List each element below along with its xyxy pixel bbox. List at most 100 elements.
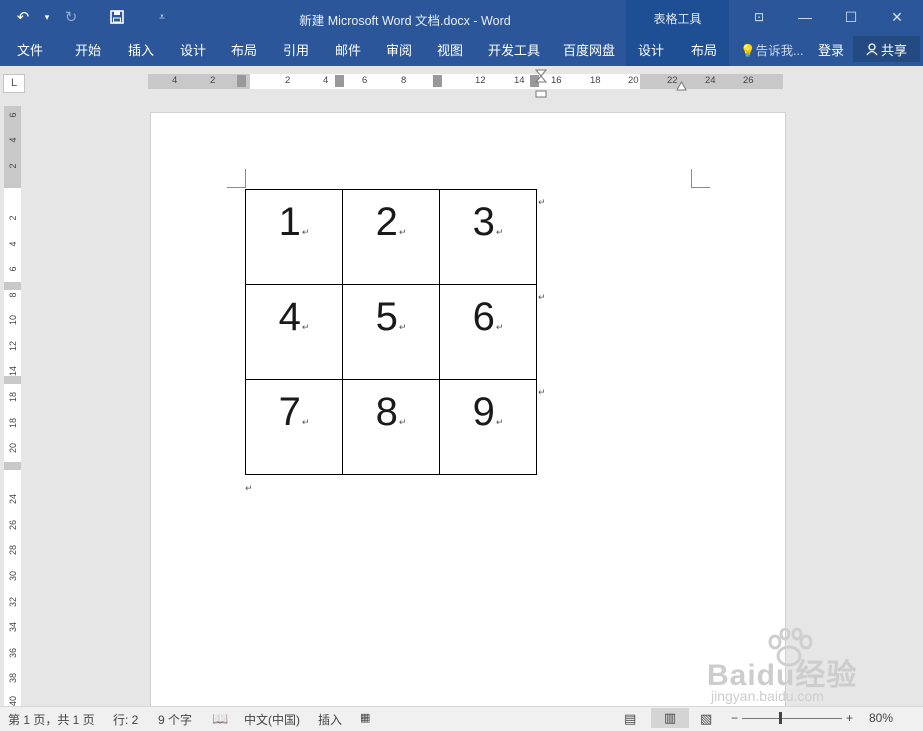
- tab-mailings[interactable]: 邮件: [335, 40, 361, 60]
- tab-insert[interactable]: 插入: [128, 40, 154, 60]
- save-icon[interactable]: [106, 6, 128, 28]
- tab-references[interactable]: 引用: [283, 40, 309, 60]
- person-icon: [866, 42, 878, 55]
- vertical-ruler[interactable]: 6 4 2 2 4 6 8 10 12 14 18 18 20 24 26 28…: [4, 106, 21, 706]
- title-bar: ↶ ▾ ↻ ⩡ 新建 Microsoft Word 文档.docx - Word…: [0, 0, 923, 34]
- cell-value: 1: [278, 200, 301, 244]
- ribbon-display-options-icon[interactable]: ⊡: [739, 4, 779, 30]
- ruler-label: 36: [8, 648, 18, 659]
- zoom-slider-thumb[interactable]: [779, 712, 782, 724]
- customize-toolbar-icon[interactable]: ⩡: [151, 6, 173, 28]
- zoom-in-button[interactable]: +: [846, 711, 853, 725]
- ruler-label: 34: [8, 622, 18, 633]
- table-cell[interactable]: 9↵: [439, 379, 537, 475]
- tab-review[interactable]: 审阅: [386, 40, 412, 60]
- ruler-label: 12: [475, 75, 486, 86]
- tab-view[interactable]: 视图: [437, 40, 463, 60]
- insert-mode[interactable]: 插入: [318, 711, 342, 728]
- ruler-label: 26: [8, 520, 18, 531]
- proofing-icon[interactable]: 📖: [212, 711, 228, 727]
- cell-value: 7: [278, 390, 301, 434]
- tell-me-label: 告诉我...: [755, 44, 804, 58]
- document-page[interactable]: 1↵ 2↵ 3↵ 4↵ 5↵ 6↵ 7↵ 8↵ 9↵ ↵ ↵ ↵ ↵: [150, 112, 786, 709]
- ruler-label: 4: [8, 137, 18, 143]
- ruler-label: 6: [8, 266, 18, 272]
- ruler-label: 2: [285, 75, 291, 86]
- ruler-label: 26: [743, 75, 754, 86]
- column-marker[interactable]: [237, 75, 246, 87]
- ruler-label: 4: [8, 241, 18, 247]
- ruler-label: 4: [323, 75, 329, 86]
- crop-mark: [227, 169, 246, 188]
- tab-home[interactable]: 开始: [75, 40, 101, 60]
- column-marker[interactable]: [335, 75, 344, 87]
- page-count[interactable]: 第 1 页，共 1 页: [8, 711, 95, 728]
- status-bar: 第 1 页，共 1 页 行: 2 9 个字 📖 中文(中国) 插入 ▦ ▤ ▥ …: [0, 706, 923, 731]
- zoom-slider[interactable]: [742, 718, 842, 719]
- ruler-label: 30: [8, 571, 18, 582]
- tab-table-design[interactable]: 设计: [638, 40, 664, 60]
- zoom-level[interactable]: 80%: [869, 711, 893, 725]
- table-cell[interactable]: 6↵: [439, 284, 537, 380]
- redo-icon[interactable]: ↻: [60, 6, 82, 28]
- macro-recording-icon[interactable]: ▦: [360, 711, 370, 724]
- word-count[interactable]: 9 个字: [158, 711, 192, 728]
- tab-table-layout[interactable]: 布局: [691, 40, 717, 60]
- table-cell[interactable]: 8↵: [342, 379, 440, 475]
- tab-file[interactable]: 文件: [17, 40, 43, 60]
- zoom-out-button[interactable]: −: [731, 711, 738, 725]
- share-button[interactable]: 共享: [853, 36, 920, 62]
- tell-me-search[interactable]: 💡告诉我...: [740, 40, 804, 59]
- table-cell[interactable]: 5↵: [342, 284, 440, 380]
- maximize-button[interactable]: ☐: [831, 4, 871, 30]
- lightbulb-icon: 💡: [740, 44, 756, 58]
- ribbon-tab-bar: 文件 开始 插入 设计 布局 引用 邮件 审阅 视图 开发工具 百度网盘 💡告诉…: [0, 34, 923, 66]
- tab-design[interactable]: 设计: [180, 40, 206, 60]
- read-mode-icon[interactable]: ▤: [624, 711, 636, 727]
- column-marker[interactable]: [433, 75, 442, 87]
- ruler-label: 20: [628, 75, 639, 86]
- right-indent-marker-icon[interactable]: [676, 81, 687, 91]
- ruler-label: 14: [514, 75, 525, 86]
- minimize-button[interactable]: —: [785, 4, 825, 30]
- tab-baidu-netdisk[interactable]: 百度网盘: [563, 40, 615, 60]
- ruler-label: 18: [590, 75, 601, 86]
- line-number[interactable]: 行: 2: [113, 711, 138, 728]
- language-indicator[interactable]: 中文(中国): [244, 711, 300, 728]
- cell-value: 9: [472, 390, 495, 434]
- document-title: 新建 Microsoft Word 文档.docx - Word: [299, 14, 511, 28]
- table-cell[interactable]: 7↵: [245, 379, 343, 475]
- indent-marker-icon[interactable]: [535, 69, 547, 99]
- ruler-label: 12: [8, 341, 18, 352]
- table-tools-group: 表格工具 设计 布局: [626, 0, 729, 66]
- login-link[interactable]: 登录: [818, 40, 844, 59]
- ruler-label: 4: [172, 75, 178, 86]
- ruler-label: 8: [401, 75, 407, 86]
- close-button[interactable]: ✕: [877, 4, 917, 30]
- table-row: 4↵ 5↵ 6↵: [245, 284, 537, 380]
- table-cell[interactable]: 4↵: [245, 284, 343, 380]
- ruler-label: 20: [8, 443, 18, 454]
- cell-value: 8: [375, 390, 398, 434]
- web-layout-icon[interactable]: ▧: [700, 711, 712, 727]
- tab-selector[interactable]: L: [3, 74, 25, 93]
- print-layout-icon[interactable]: ▥: [651, 708, 689, 728]
- table-cell[interactable]: 3↵: [439, 189, 537, 285]
- tab-layout[interactable]: 布局: [231, 40, 257, 60]
- ruler-label: 32: [8, 597, 18, 608]
- crop-mark: [691, 169, 710, 188]
- table-tools-label: 表格工具: [653, 12, 702, 26]
- table-cell[interactable]: 2↵: [342, 189, 440, 285]
- ruler-label: 18: [8, 418, 18, 429]
- cell-value: 3: [472, 200, 495, 244]
- ruler-label: 24: [8, 494, 18, 505]
- number-table[interactable]: 1↵ 2↵ 3↵ 4↵ 5↵ 6↵ 7↵ 8↵ 9↵: [245, 189, 537, 475]
- ruler-label: 6: [362, 75, 368, 86]
- ruler-label: 2: [210, 75, 216, 86]
- cell-value: 5: [375, 295, 398, 339]
- undo-dropdown-icon[interactable]: ▾: [36, 6, 58, 28]
- undo-icon[interactable]: ↶: [12, 6, 34, 28]
- tab-developer[interactable]: 开发工具: [488, 40, 540, 60]
- table-cell[interactable]: 1↵: [245, 189, 343, 285]
- end-of-row-mark: ↵: [538, 387, 546, 397]
